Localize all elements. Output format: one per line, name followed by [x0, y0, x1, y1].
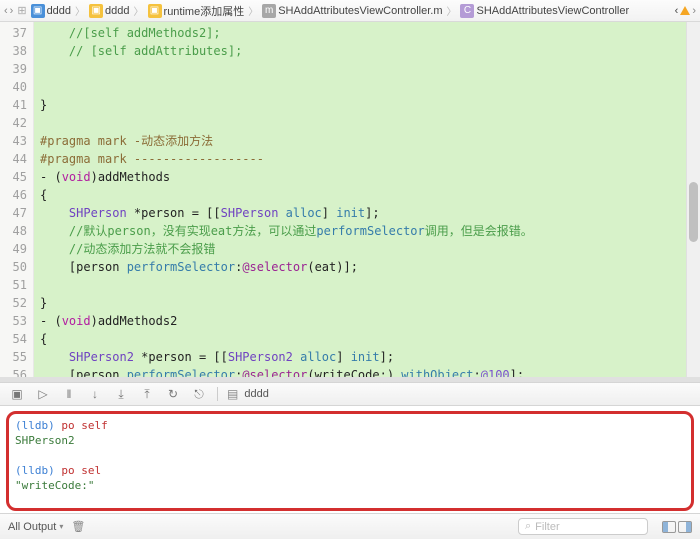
breadcrumb-item[interactable]: 〉▣dddd [71, 3, 129, 18]
debug-toolbar-button[interactable]: ‖ [60, 387, 78, 401]
line-number: 44 [0, 150, 27, 168]
line-number: 37 [0, 24, 27, 42]
line-number: 46 [0, 186, 27, 204]
debug-toolbar-button[interactable]: ▷ [34, 387, 52, 401]
breadcrumb-label: dddd [105, 5, 129, 17]
show-console-view-button[interactable] [678, 521, 692, 533]
nav-back-button[interactable]: ‹ [4, 5, 8, 17]
code-line[interactable]: #pragma mark -动态添加方法 [40, 132, 700, 150]
assistant-next-button[interactable]: › [692, 5, 696, 17]
code-line[interactable]: SHPerson2 *person = [[SHPerson2 alloc] i… [40, 348, 700, 366]
console-output[interactable]: (lldb) po selfSHPerson2 (lldb) po sel"wr… [6, 411, 694, 511]
c-icon: C [460, 4, 474, 18]
code-line[interactable]: [person performSelector:@selector(writeC… [40, 366, 700, 382]
line-number: 53 [0, 312, 27, 330]
line-number: 45 [0, 168, 27, 186]
breadcrumb-label: runtime添加属性 [164, 3, 245, 19]
folder-icon: ▣ [148, 4, 162, 18]
warning-icon[interactable] [680, 6, 690, 15]
line-number: 39 [0, 60, 27, 78]
debug-toolbar-button[interactable]: ↓ [86, 387, 104, 401]
code-line[interactable]: { [40, 330, 700, 348]
console-line [15, 448, 685, 463]
code-line[interactable]: { [40, 186, 700, 204]
scrollbar-thumb[interactable] [689, 182, 698, 242]
debug-console: (lldb) po selfSHPerson2 (lldb) po sel"wr… [0, 406, 700, 513]
line-number: 52 [0, 294, 27, 312]
code-line[interactable]: //动态添加方法就不会报错 [40, 240, 700, 258]
debug-toolbar-button[interactable]: ↻ [164, 387, 182, 401]
search-icon: ⌕ [525, 520, 531, 533]
proj-icon: ▣ [31, 4, 45, 18]
debug-toolbar-button[interactable]: ▣ [8, 387, 26, 401]
console-line [15, 493, 685, 508]
breadcrumb-label: SHAddAttributesViewController.m [278, 5, 442, 17]
line-number: 47 [0, 204, 27, 222]
console-line: (lldb) po self [15, 418, 685, 433]
console-line: SHPerson2 [15, 433, 685, 448]
debug-toolbar-button[interactable]: ⎋ [190, 387, 208, 402]
line-number: 51 [0, 276, 27, 294]
output-filter-dropdown[interactable]: All Output ▾ [8, 521, 63, 533]
line-number: 38 [0, 42, 27, 60]
line-number: 49 [0, 240, 27, 258]
breadcrumb-label: SHAddAttributesViewController [476, 5, 629, 17]
console-line: 2018-01-01 12:03:51.595260+0800 dddd[271… [15, 508, 685, 511]
line-number: 55 [0, 348, 27, 366]
breadcrumb-item[interactable]: 〉mSHAddAttributesViewController.m [244, 3, 442, 18]
console-line: (lldb) po sel [15, 463, 685, 478]
chevron-down-icon: ▾ [59, 522, 63, 531]
console-bottom-bar: All Output ▾ 🗑 ⌕ Filter [0, 513, 700, 539]
nav-next-button[interactable]: ‹ [675, 5, 679, 17]
code-area[interactable]: //[self addMethods2]; // [self addAttrib… [34, 22, 700, 382]
breadcrumb: ⊞ ▣dddd〉▣dddd〉▣runtime添加属性〉mSHAddAttribu… [17, 3, 670, 19]
line-gutter: 3738394041424344454647484950515253545556… [0, 22, 34, 377]
code-line[interactable]: //[self addMethods2]; [40, 24, 700, 42]
console-filter-input[interactable]: ⌕ Filter [518, 518, 648, 535]
line-number: 41 [0, 96, 27, 114]
line-number: 40 [0, 78, 27, 96]
code-line[interactable]: #pragma mark ------------------ [40, 150, 700, 168]
code-line[interactable] [40, 114, 700, 132]
clear-console-button[interactable]: 🗑 [71, 520, 85, 533]
line-number: 43 [0, 132, 27, 150]
code-line[interactable]: SHPerson *person = [[SHPerson alloc] ini… [40, 204, 700, 222]
show-variables-view-button[interactable] [662, 521, 676, 533]
line-number: 56 [0, 366, 27, 382]
code-line[interactable]: //默认person，没有实现eat方法，可以通过performSelector… [40, 222, 700, 240]
breadcrumb-item[interactable]: ▣dddd [31, 4, 71, 18]
code-line[interactable]: [person performSelector:@selector(eat)]; [40, 258, 700, 276]
code-line[interactable] [40, 60, 700, 78]
vertical-scrollbar[interactable] [686, 22, 700, 377]
code-line[interactable]: - (void)addMethods [40, 168, 700, 186]
line-number: 50 [0, 258, 27, 276]
m-icon: m [262, 4, 276, 18]
code-line[interactable]: - (void)addMethods2 [40, 312, 700, 330]
code-line[interactable]: // [self addAttributes]; [40, 42, 700, 60]
output-filter-label: All Output [8, 521, 56, 533]
breadcrumb-bar: ‹ › ⊞ ▣dddd〉▣dddd〉▣runtime添加属性〉mSHAddAtt… [0, 0, 700, 22]
filter-placeholder: Filter [535, 521, 559, 533]
line-number: 42 [0, 114, 27, 132]
code-line[interactable]: } [40, 96, 700, 114]
process-name[interactable]: dddd [244, 388, 268, 400]
line-number: 48 [0, 222, 27, 240]
code-line[interactable] [40, 78, 700, 96]
console-line: "writeCode:" [15, 478, 685, 493]
toolbar-separator [217, 387, 218, 401]
breadcrumb-item[interactable]: 〉CSHAddAttributesViewController [442, 3, 629, 18]
breakpoint-icon[interactable]: ▤ [227, 387, 238, 401]
breadcrumb-label: dddd [47, 5, 71, 17]
debug-toolbar-button[interactable]: ⤓ [112, 387, 130, 402]
code-line[interactable] [40, 276, 700, 294]
related-items-icon[interactable]: ⊞ [17, 4, 26, 17]
breadcrumb-item[interactable]: 〉▣runtime添加属性 [130, 3, 245, 19]
debug-toolbar: ▣ ▷ ‖ ↓ ⤓ ⤒ ↻ ⎋ ▤ dddd [0, 382, 700, 406]
folder-icon: ▣ [89, 4, 103, 18]
code-editor[interactable]: 3738394041424344454647484950515253545556… [0, 22, 700, 382]
debug-toolbar-button[interactable]: ⤒ [138, 387, 156, 402]
nav-forward-button[interactable]: › [10, 5, 14, 17]
line-number: 54 [0, 330, 27, 348]
code-line[interactable]: } [40, 294, 700, 312]
